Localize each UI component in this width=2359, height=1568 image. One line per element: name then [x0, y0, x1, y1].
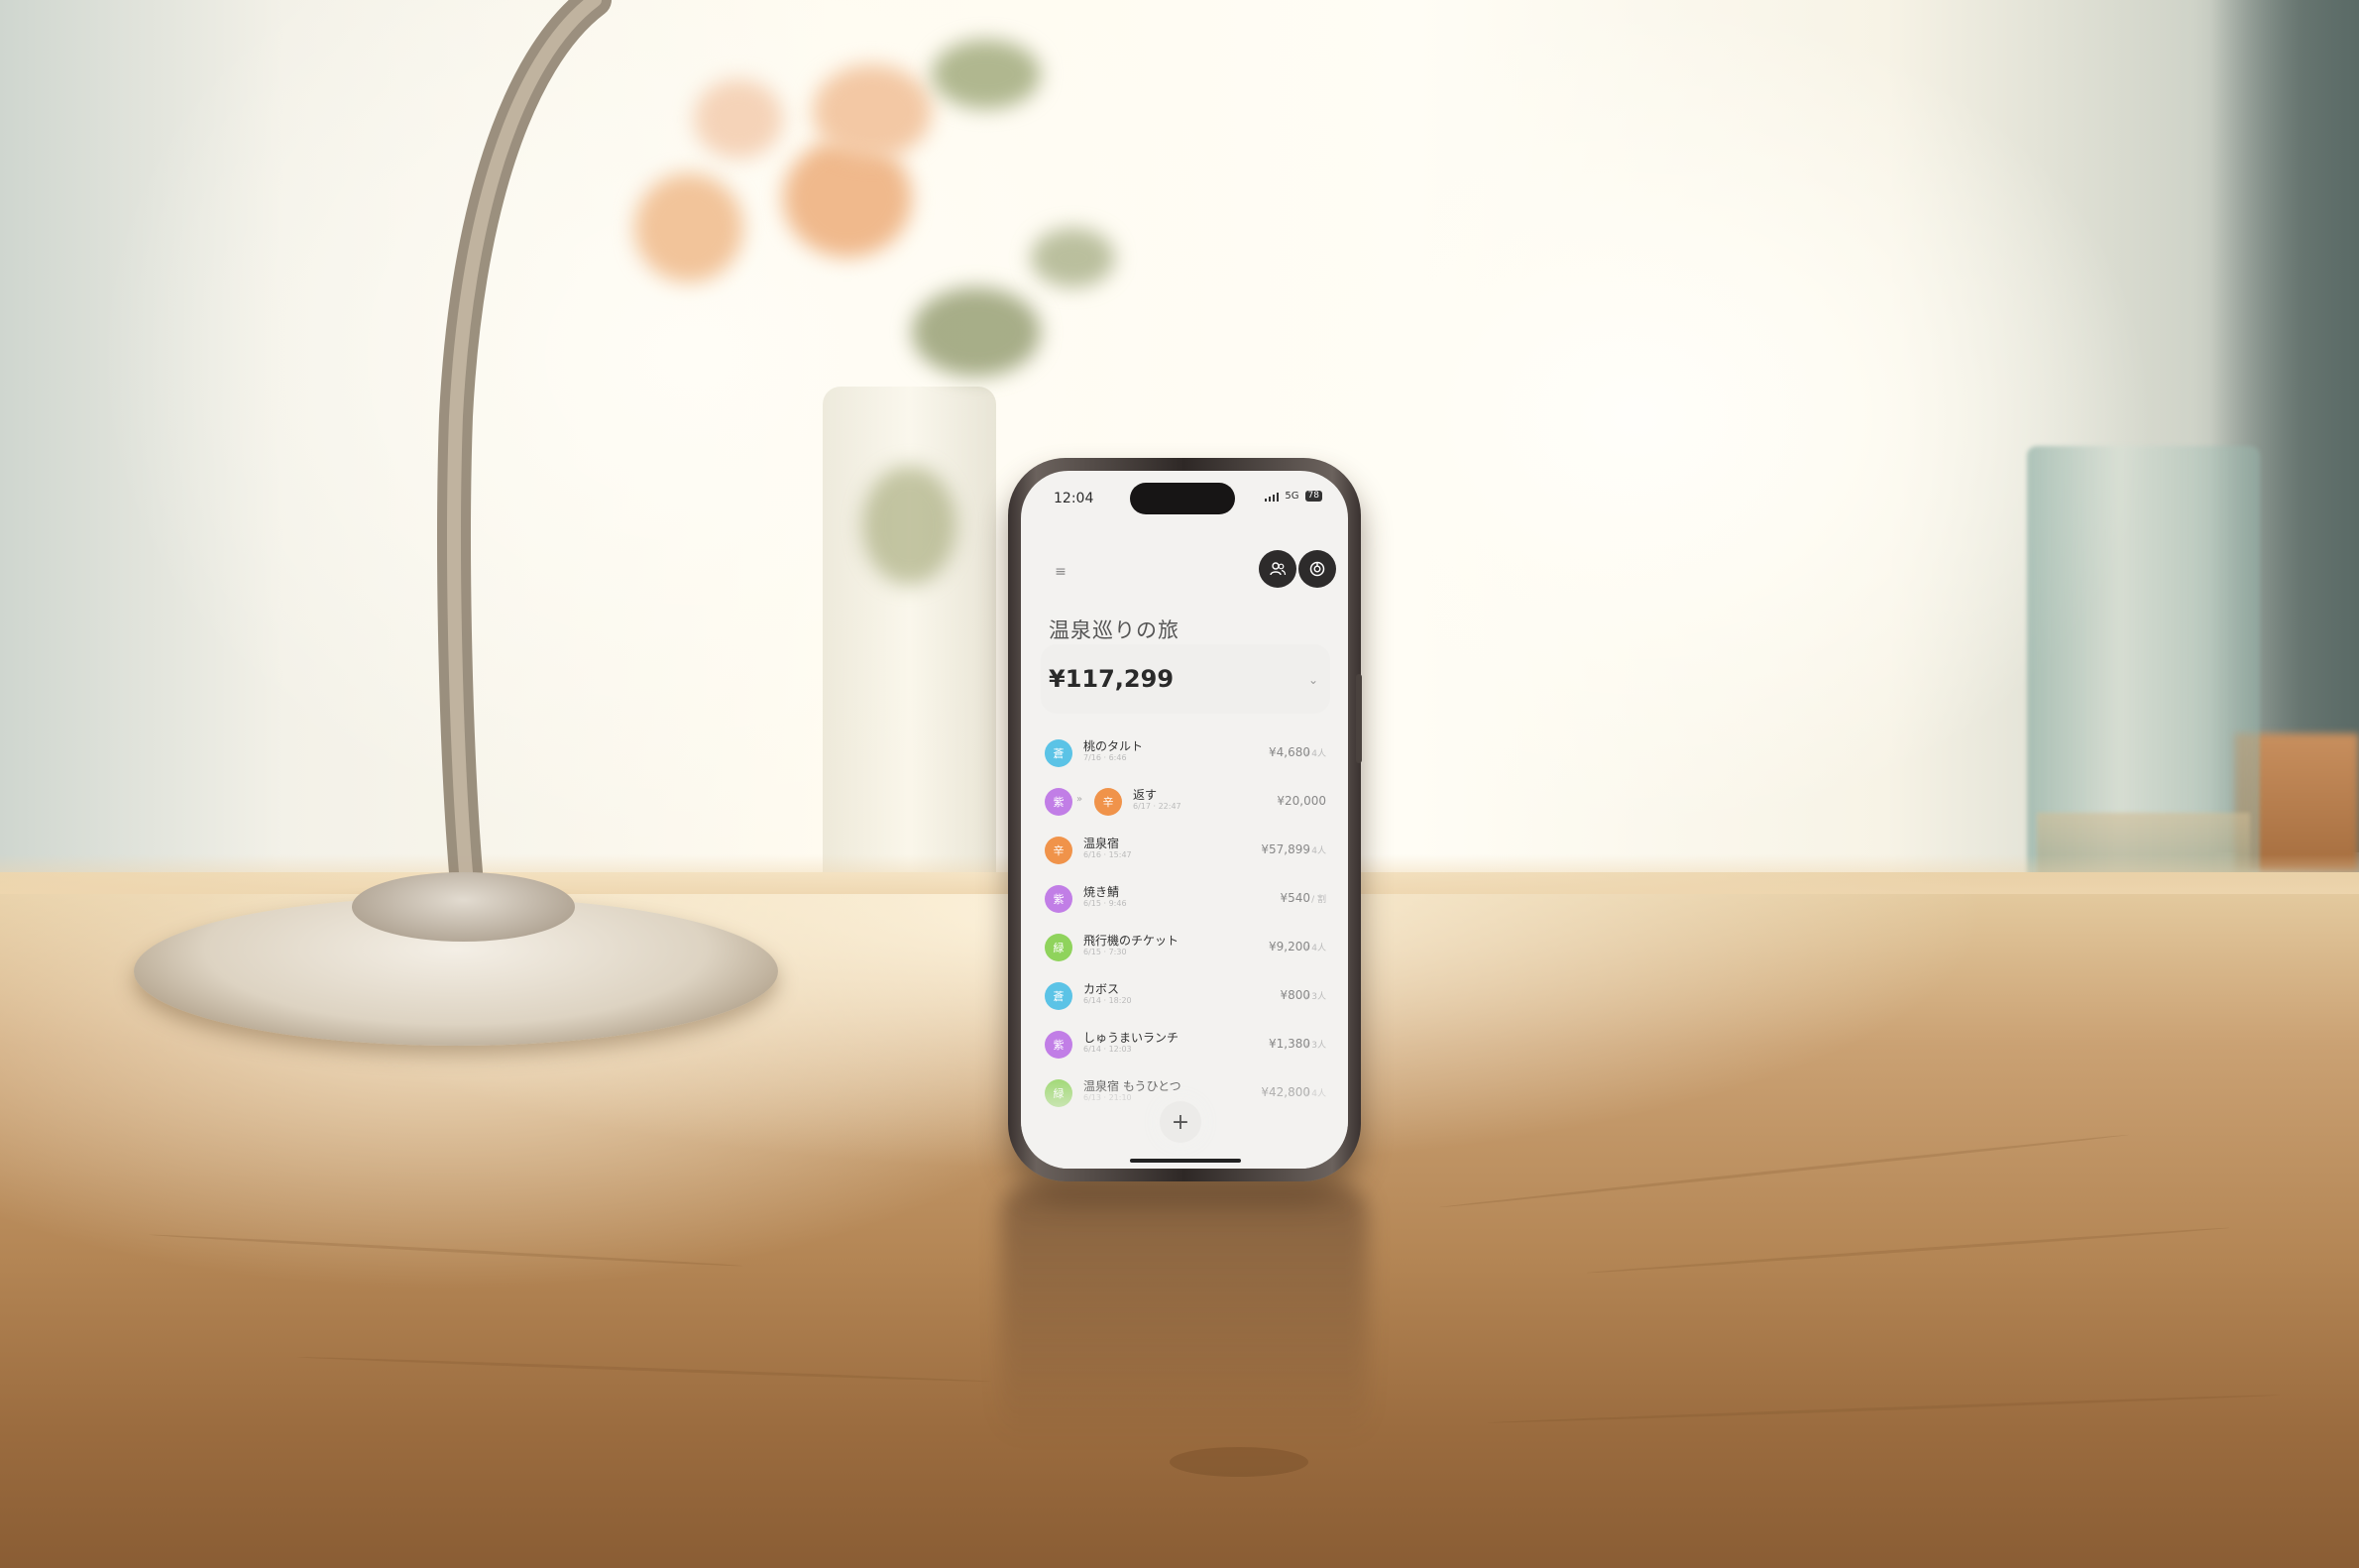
people-icon: [1270, 562, 1287, 576]
expense-row[interactable]: 緑飛行機のチケット 6/15 · 7:30 ¥9,200/ 4人: [1021, 925, 1348, 973]
expense-split: / 3人: [1305, 1041, 1326, 1051]
chart-icon: [1309, 561, 1325, 577]
side-button: [1356, 674, 1362, 763]
member-avatar: 紫: [1045, 885, 1072, 913]
stats-button[interactable]: [1298, 550, 1336, 588]
phone-reflection: [1001, 1184, 1368, 1442]
expense-list: 蒼桃のタルト 7/16 · 6:46 ¥4,680/ 4人紫» 辛返す 6/17 · 2…: [1021, 730, 1348, 1119]
expense-date: 6/15 · 7:30: [1083, 948, 1127, 956]
chevron-down-icon[interactable]: ⌄: [1308, 673, 1318, 687]
member-avatar: 紫: [1045, 1031, 1072, 1059]
expense-row[interactable]: 紫焼き鯖 6/15 · 9:46 ¥540/ 割: [1021, 876, 1348, 925]
expense-date: 6/14 · 12:03: [1083, 1045, 1132, 1054]
status-indicators: 5G 78: [1264, 491, 1322, 502]
expense-name: 温泉宿: [1083, 837, 1120, 850]
dynamic-island: [1130, 483, 1235, 514]
expense-split: / 4人: [1305, 749, 1326, 759]
expense-name: 焼き鯖: [1083, 885, 1120, 899]
expense-row[interactable]: 紫 » 辛返す 6/17 · 22:47 ¥20,000: [1021, 779, 1348, 828]
home-indicator: [1130, 1159, 1241, 1163]
members-button[interactable]: [1259, 550, 1296, 588]
transfer-arrow-icon: »: [1076, 794, 1083, 805]
member-avatar: 蒼: [1045, 739, 1072, 767]
add-expense-button[interactable]: +: [1160, 1101, 1201, 1143]
expense-date: 6/14 · 18:20: [1083, 996, 1132, 1005]
member-avatar: 紫: [1045, 788, 1072, 816]
phone-screen: 12:04 5G 78 ≡ 温泉巡りの旅 ¥117,299 ⌄ 蒼桃のタルト 7/…: [1021, 471, 1348, 1169]
expense-name: 飛行機のチケット: [1083, 934, 1180, 948]
expense-date: 6/15 · 9:46: [1083, 899, 1127, 908]
expense-amount: ¥4,680: [1269, 745, 1310, 759]
expense-amount: ¥540: [1280, 891, 1310, 905]
status-time: 12:04: [1054, 491, 1094, 506]
expense-date: 7/16 · 6:46: [1083, 753, 1127, 762]
member-avatar: 蒼: [1045, 982, 1072, 1010]
expense-row[interactable]: 蒼桃のタルト 7/16 · 6:46 ¥4,680/ 4人: [1021, 730, 1348, 779]
expense-split: / 4人: [1305, 944, 1326, 953]
expense-row[interactable]: 蒼カボス 6/14 · 18:20 ¥800/ 3人: [1021, 973, 1348, 1022]
expense-row[interactable]: 辛温泉宿 6/16 · 15:47 ¥57,899/ 4人: [1021, 828, 1348, 876]
expense-date: 6/16 · 15:47: [1083, 850, 1132, 859]
total-amount: ¥117,299: [1049, 665, 1175, 693]
expense-split: / 3人: [1305, 992, 1326, 1002]
expense-split: / 4人: [1305, 846, 1326, 856]
expense-date: 6/17 · 22:47: [1133, 802, 1181, 811]
expense-amount: ¥20,000: [1277, 794, 1326, 808]
expense-name: 桃のタルト: [1083, 739, 1144, 753]
expense-name: カボス: [1083, 982, 1120, 996]
expense-amount: ¥1,380: [1269, 1037, 1310, 1051]
expense-amount: ¥9,200: [1269, 940, 1310, 953]
expense-name: 返す: [1133, 788, 1158, 802]
expense-split: / 割: [1311, 895, 1326, 905]
member-avatar: 辛: [1045, 837, 1072, 864]
battery-icon: 78: [1304, 491, 1322, 502]
lamp-hub: [352, 872, 575, 942]
expense-row[interactable]: 紫しゅうまいランチ 6/14 · 12:03 ¥1,380/ 3人: [1021, 1022, 1348, 1070]
expense-name: しゅうまいランチ: [1083, 1031, 1180, 1045]
member-avatar: 辛: [1094, 788, 1122, 816]
trip-title: 温泉巡りの旅: [1049, 618, 1180, 642]
expense-amount: ¥57,899: [1261, 842, 1310, 856]
menu-icon[interactable]: ≡: [1046, 557, 1075, 587]
signal-icon: [1264, 492, 1280, 502]
network-label: 5G: [1285, 491, 1299, 502]
member-avatar: 緑: [1045, 934, 1072, 961]
